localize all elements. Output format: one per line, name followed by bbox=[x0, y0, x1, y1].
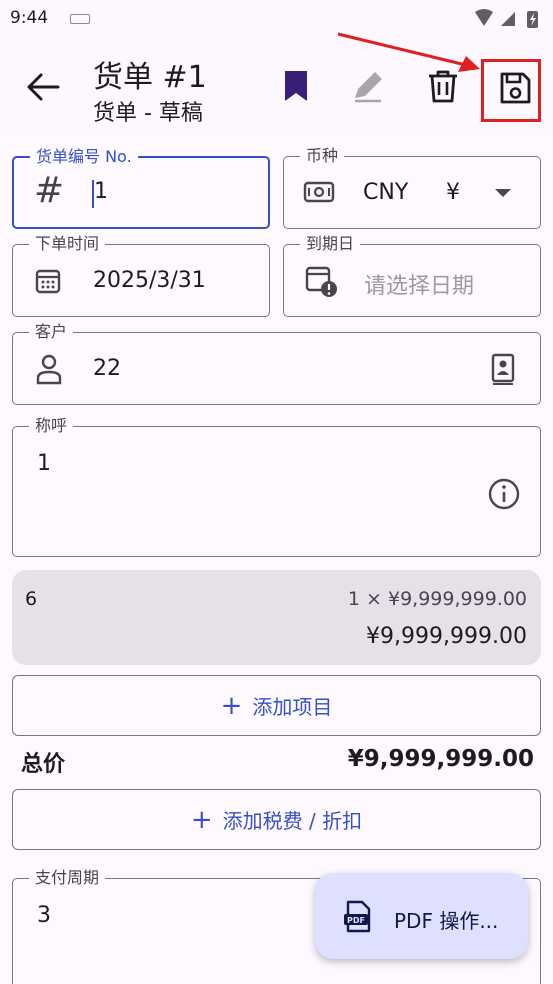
payment-terms-value: 3 bbox=[37, 903, 51, 928]
hash-icon: # bbox=[34, 170, 65, 211]
item-quantity-price: 1 × ¥9,999,999.00 bbox=[347, 588, 527, 610]
keyboard-icon bbox=[70, 14, 90, 24]
salutation-label: 称呼 bbox=[29, 416, 74, 436]
calendar-icon bbox=[35, 269, 61, 294]
svg-text:PDF: PDF bbox=[347, 916, 365, 925]
due-date-field[interactable]: 到期日 请选择日期 bbox=[283, 234, 541, 317]
add-tax-discount-button[interactable]: + 添加税费 / 折扣 bbox=[12, 789, 541, 850]
page-subtitle: 货单 - 草稿 bbox=[93, 101, 203, 126]
annotation-arrow bbox=[337, 32, 480, 72]
form-content: 货单编号 No. # 1 币种 CNY ¥ 下单时间 2025/3/31 到期日… bbox=[0, 134, 553, 984]
bookmark-icon[interactable] bbox=[279, 68, 313, 104]
customer-field[interactable]: 客户 22 bbox=[12, 322, 541, 405]
person-icon bbox=[36, 354, 62, 385]
customer-label: 客户 bbox=[29, 322, 74, 342]
pdf-actions-fab[interactable]: PDF PDF 操作... bbox=[315, 873, 528, 959]
due-date-placeholder: 请选择日期 bbox=[364, 274, 475, 299]
invoice-number-label: 货单编号 No. bbox=[30, 147, 138, 167]
due-date-label: 到期日 bbox=[300, 234, 361, 254]
save-highlight-box bbox=[481, 59, 541, 122]
status-time: 9:44 bbox=[10, 8, 49, 28]
item-name: 6 bbox=[25, 588, 38, 610]
page-title: 货单 #1 bbox=[93, 60, 207, 95]
salutation-value: 1 bbox=[37, 451, 51, 476]
plus-icon: + bbox=[190, 804, 213, 835]
info-icon[interactable] bbox=[487, 477, 521, 511]
back-arrow-icon[interactable] bbox=[26, 72, 60, 102]
total-label: 总价 bbox=[21, 752, 66, 777]
invoice-edit-screen: 9:44 货单 #1 货单 - 草稿 货单编号 No. # 1 币种 CNY ¥… bbox=[0, 0, 553, 984]
contacts-book-icon[interactable] bbox=[490, 353, 516, 385]
order-date-label: 下单时间 bbox=[29, 234, 106, 254]
line-item-card[interactable]: 6 1 × ¥9,999,999.00 ¥9,999,999.00 bbox=[12, 570, 541, 665]
add-item-label: 添加项目 bbox=[252, 695, 333, 719]
dropdown-arrow-icon bbox=[495, 189, 511, 197]
total-value: ¥9,999,999.00 bbox=[347, 746, 534, 772]
pdf-file-icon: PDF bbox=[344, 900, 371, 933]
plus-icon: + bbox=[220, 690, 243, 721]
order-date-field[interactable]: 下单时间 2025/3/31 bbox=[12, 234, 270, 317]
currency-code: CNY bbox=[363, 180, 409, 205]
cash-icon bbox=[303, 181, 335, 203]
item-total: ¥9,999,999.00 bbox=[366, 624, 527, 649]
invoice-number-value: 1 bbox=[94, 179, 108, 204]
currency-select[interactable]: 币种 CNY ¥ bbox=[283, 146, 541, 229]
payment-terms-label: 支付周期 bbox=[29, 868, 106, 888]
currency-label: 币种 bbox=[300, 146, 345, 166]
currency-symbol: ¥ bbox=[446, 180, 460, 205]
order-date-value: 2025/3/31 bbox=[93, 268, 206, 293]
invoice-number-field[interactable]: 货单编号 No. # 1 bbox=[12, 147, 270, 229]
add-tax-discount-label: 添加税费 / 折扣 bbox=[222, 809, 363, 833]
add-item-button[interactable]: + 添加项目 bbox=[12, 675, 541, 736]
pdf-actions-label: PDF 操作... bbox=[394, 909, 499, 933]
salutation-field[interactable]: 称呼 1 bbox=[12, 416, 541, 557]
calendar-alert-icon bbox=[305, 266, 337, 297]
customer-value: 22 bbox=[93, 356, 121, 381]
